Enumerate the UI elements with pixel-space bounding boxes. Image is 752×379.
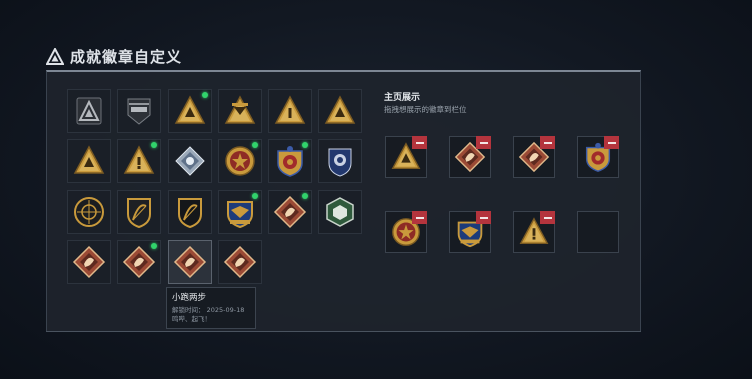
remove-badge-button[interactable]: [604, 136, 619, 149]
minus-icon: [479, 216, 488, 219]
page-header: 成就徽章自定义: [46, 46, 182, 67]
badge-slot-gold-bow-shield-dark[interactable]: [168, 190, 212, 234]
remove-badge-button[interactable]: [540, 136, 555, 149]
bronze-diamond-dragon-icon: [273, 195, 307, 229]
red-gold-shield-emblem-icon: [277, 146, 303, 177]
warning-triangle-icon: [46, 47, 64, 65]
new-indicator-dot: [252, 142, 258, 148]
minus-icon: [543, 141, 552, 144]
new-indicator-dot: [202, 92, 208, 98]
gold-hourglass-icon: [224, 95, 256, 124]
minus-icon: [415, 216, 424, 219]
gold-crosshair-circle-icon: [74, 197, 104, 227]
new-indicator-dot: [151, 243, 157, 249]
badge-slot-gold-triangle-eagle[interactable]: [318, 89, 362, 133]
green-hexagon-icon: [326, 197, 354, 227]
page-title: 成就徽章自定义: [70, 48, 183, 66]
new-indicator-dot: [302, 193, 308, 199]
showcase-slot-red-gold-shield-emblem[interactable]: [577, 136, 619, 178]
badge-slot-gold-crosshair-circle[interactable]: [67, 190, 111, 234]
badge-slot-bronze-diamond-dragon[interactable]: [268, 190, 312, 234]
gray-triangle-icon: [76, 97, 102, 125]
gold-triangle-exclaim-icon: [123, 145, 155, 174]
gold-triangle-one-icon: [274, 95, 306, 124]
badge-slot-helicopter-shield[interactable]: [117, 89, 161, 133]
badge-slot-red-gold-shield-emblem[interactable]: [268, 139, 312, 183]
badge-slot-gold-bow-shield[interactable]: [117, 190, 161, 234]
minus-icon: [607, 141, 616, 144]
bronze-diamond-runner-icon: [173, 245, 207, 279]
gold-triangle-mountain-icon: [73, 145, 105, 174]
badge-slot-gold-star-medallion[interactable]: [218, 139, 262, 183]
badge-slot-gold-triangle-mountain[interactable]: [67, 139, 111, 183]
badge-slot-gray-triangle[interactable]: [67, 89, 111, 133]
badge-slot-blue-gold-eagle-shield[interactable]: [218, 190, 262, 234]
badge-slot-blue-crystal-diamond[interactable]: [168, 139, 212, 183]
badge-slot-bronze-diamond-runner[interactable]: [168, 240, 212, 284]
showcase-slot-empty[interactable]: [577, 211, 619, 253]
showcase-slot-blue-gold-eagle-shield[interactable]: [449, 211, 491, 253]
new-indicator-dot: [151, 142, 157, 148]
bronze-diamond-ram-icon: [72, 245, 106, 279]
badge-slot-bronze-diamond-ram2[interactable]: [117, 240, 161, 284]
showcase-slot-gold-triangle-exclaim[interactable]: [513, 211, 555, 253]
badge-slot-gold-triangle-one[interactable]: [268, 89, 312, 133]
badge-slot-green-hexagon[interactable]: [318, 190, 362, 234]
new-indicator-dot: [252, 193, 258, 199]
tooltip-badge-name: 小跑两步: [172, 293, 207, 303]
badge-slot-gold-hourglass[interactable]: [218, 89, 262, 133]
badge-slot-bronze-diamond-ram[interactable]: [67, 240, 111, 284]
showcase-subtitle: 拖拽想展示的徽章到栏位: [384, 105, 467, 114]
badge-slot-gold-triangle-pack[interactable]: [168, 89, 212, 133]
remove-badge-button[interactable]: [476, 211, 491, 224]
remove-badge-button[interactable]: [476, 136, 491, 149]
badge-slot-gold-triangle-exclaim[interactable]: [117, 139, 161, 183]
minus-icon: [415, 141, 424, 144]
minus-icon: [543, 216, 552, 219]
tooltip-unlock-time: 解锁时间： 2025-09-18: [172, 306, 245, 314]
badge-slot-bronze-diamond-twins[interactable]: [218, 240, 262, 284]
minus-icon: [479, 141, 488, 144]
badge-tooltip: 小跑两步 解锁时间： 2025-09-18 鸣哔、起飞！: [166, 287, 256, 329]
badge-customize-panel: 主页展示 拖拽想展示的徽章到栏位: [46, 70, 641, 332]
helicopter-shield-icon: [127, 98, 151, 125]
bronze-diamond-ram2-icon: [122, 245, 156, 279]
showcase-slot-gold-star-medallion[interactable]: [385, 211, 427, 253]
blue-crystal-diamond-icon: [175, 146, 205, 176]
showcase-slot-bronze-diamond-dragon[interactable]: [513, 136, 555, 178]
tooltip-description: 鸣哔、起飞！: [172, 315, 211, 323]
gold-star-medallion-icon: [225, 146, 255, 176]
blue-wing-shield-icon: [328, 148, 352, 177]
new-indicator-dot: [302, 142, 308, 148]
gold-bow-shield-icon: [127, 198, 151, 229]
showcase-title: 主页展示: [384, 93, 421, 103]
remove-badge-button[interactable]: [412, 211, 427, 224]
showcase-slot-gold-triangle-tent[interactable]: [385, 136, 427, 178]
badge-slot-blue-wing-shield[interactable]: [318, 139, 362, 183]
gold-triangle-eagle-icon: [324, 95, 356, 124]
bronze-diamond-twins-icon: [223, 245, 257, 279]
gold-triangle-pack-icon: [174, 95, 206, 124]
blue-gold-eagle-shield-icon: [227, 201, 253, 229]
showcase-slot-bronze-diamond-runner[interactable]: [449, 136, 491, 178]
gold-bow-shield-dark-icon: [178, 198, 202, 229]
panel-divider: [46, 331, 641, 332]
remove-badge-button[interactable]: [412, 136, 427, 149]
remove-badge-button[interactable]: [540, 211, 555, 224]
